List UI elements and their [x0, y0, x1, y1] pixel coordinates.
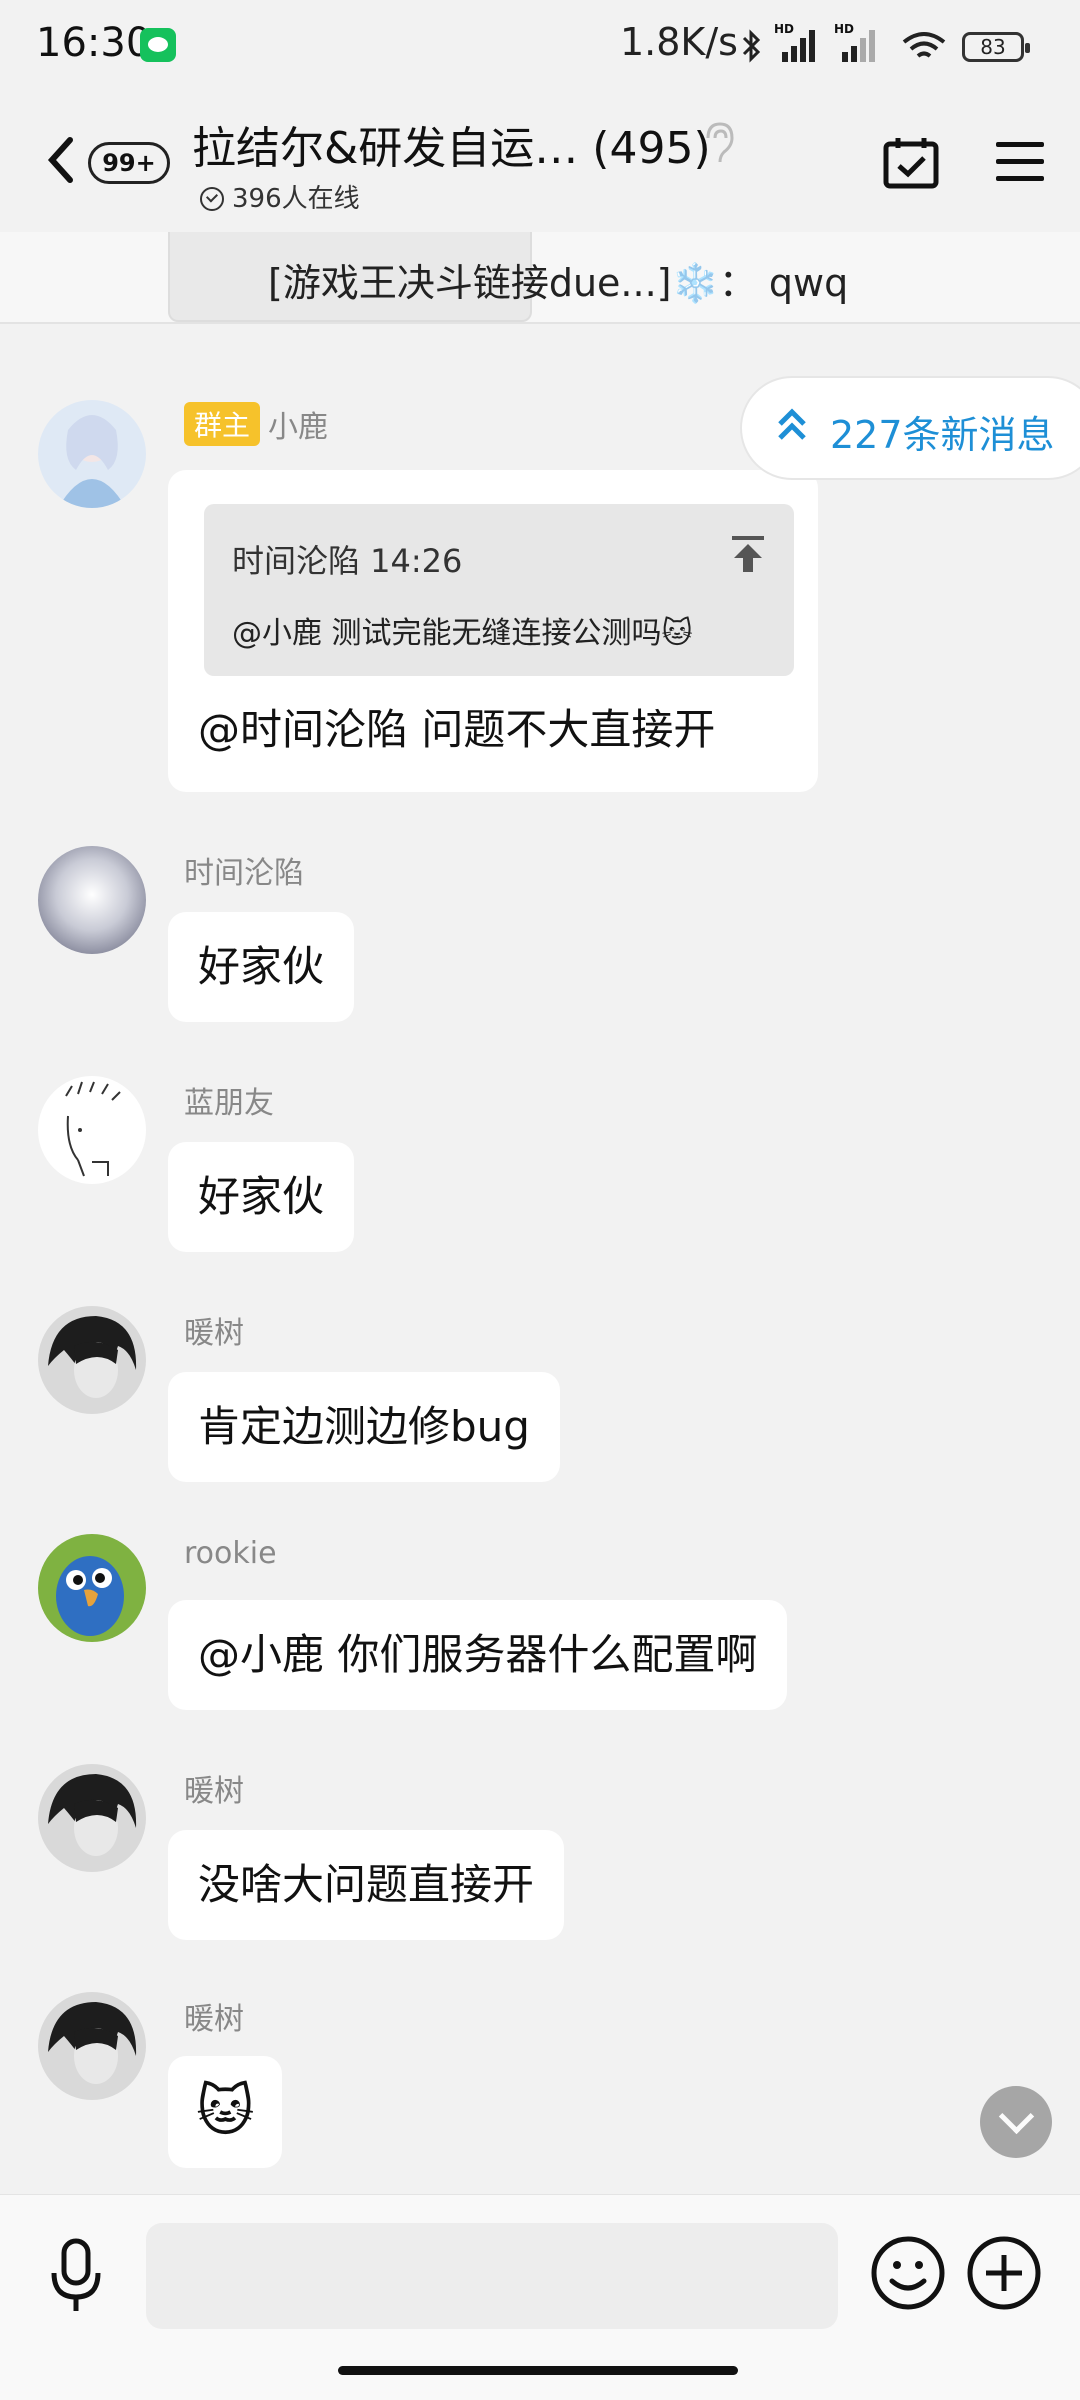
status-icons: HD HD 83 [740, 22, 1030, 68]
sender-name: 暖树 [184, 1316, 244, 1351]
pinned-title: [游戏王决斗链接due...] [268, 261, 672, 305]
avatar[interactable] [38, 1534, 146, 1642]
message-bubble[interactable]: @小鹿 你们服务器什么配置啊 [168, 1600, 788, 1710]
back-arrow-icon[interactable] [40, 130, 80, 190]
message-bubble[interactable]: 肯定边测边修bug [168, 1372, 560, 1482]
plus-icon[interactable] [966, 2235, 1042, 2311]
avatar[interactable] [38, 400, 146, 508]
sender-name: 暖树 [184, 2002, 244, 2037]
battery-icon: 83 [962, 32, 1030, 62]
snowflake-icon: ❄️ [671, 261, 719, 305]
ear-icon[interactable] [700, 120, 740, 166]
message-bubble[interactable]: 好家伙 [168, 1142, 355, 1252]
message-text: @时间沦陷 问题不大直接开 [198, 705, 716, 754]
online-status: 396人在线 [200, 178, 360, 215]
group-title[interactable]: 拉结尔&研发自运… (495) [192, 112, 711, 176]
signal-hd-icon: HD [774, 22, 815, 62]
status-time: 16:30 [36, 20, 152, 66]
jump-to-top-icon[interactable] [730, 534, 766, 574]
sender-name: 时间沦陷 [184, 856, 304, 891]
avatar[interactable] [38, 1992, 146, 2100]
message-bubble[interactable]: 好家伙 [168, 912, 355, 1022]
quoted-message[interactable]: 时间沦陷 14:26 @小鹿 测试完能无缝连接公测吗🐱 [204, 504, 794, 676]
wifi-icon [902, 32, 946, 58]
avatar[interactable] [38, 1076, 146, 1184]
double-chevron-up-icon [778, 408, 806, 440]
signal-hd-icon: HD [834, 22, 875, 62]
message-input[interactable] [146, 2223, 838, 2329]
new-messages-label[interactable]: 227条新消息 [830, 404, 1055, 459]
sender-name: rookie [184, 1536, 277, 1571]
message-bubble[interactable]: 没啥大问题直接开 [168, 1830, 565, 1940]
quote-text: @小鹿 测试完能无缝连接公测吗🐱 [232, 616, 693, 651]
calendar-check-icon[interactable] [882, 136, 940, 190]
avatar[interactable] [38, 846, 146, 954]
sticker-bubble[interactable]: 🐱 [168, 2056, 283, 2168]
avatar[interactable] [38, 1764, 146, 1872]
sender-name: 暖树 [184, 1774, 244, 1809]
owner-badge: 群主 [184, 402, 261, 446]
bluetooth-icon [742, 29, 761, 63]
emoji-icon[interactable] [870, 2235, 946, 2311]
pinned-message-bar[interactable]: [游戏王决斗链接due...]❄️： qwq [0, 232, 1080, 324]
sender-label: 小鹿 [268, 410, 329, 445]
online-count: 396人在线 [232, 184, 360, 214]
pinned-suffix: ： qwq [718, 261, 849, 305]
menu-icon[interactable] [996, 142, 1044, 182]
pinned-text: [游戏王决斗链接due...]❄️： qwq [268, 252, 848, 307]
microphone-icon[interactable] [46, 2237, 106, 2317]
scroll-to-bottom-button[interactable] [980, 2086, 1052, 2158]
home-indicator[interactable] [338, 2366, 738, 2375]
check-circle-icon [200, 187, 224, 211]
sender-name: 群主 小鹿 [184, 402, 328, 446]
sender-name: 蓝朋友 [184, 1086, 274, 1121]
unread-count-badge[interactable]: 99+ [88, 142, 170, 184]
wechat-icon [140, 28, 176, 62]
quote-meta: 时间沦陷 14:26 [232, 542, 463, 580]
chat-header: 99+ 拉结尔&研发自运… (495) 396人在线 [0, 90, 1080, 232]
network-speed: 1.8K/s [620, 20, 738, 64]
avatar[interactable] [38, 1306, 146, 1414]
status-bar: 16:30 1.8K/s HD HD 83 [0, 0, 1080, 90]
